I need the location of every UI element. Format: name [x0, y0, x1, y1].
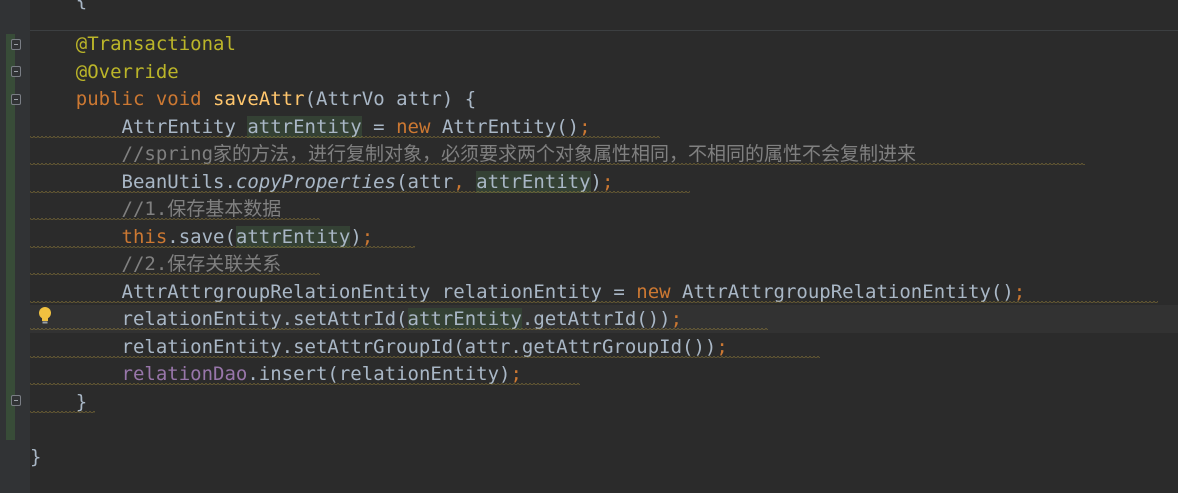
code-token: @Override: [75, 61, 179, 83]
warning-underline: [30, 301, 1158, 305]
code-token: relationEntity.setAttrGroupId(attr.getAt…: [30, 336, 717, 358]
code-token: ;: [510, 363, 522, 385]
code-token: ;: [716, 336, 728, 358]
code-token: =: [361, 116, 397, 138]
code-token: AttrEntity: [30, 116, 248, 138]
code-token: relationDao: [121, 363, 248, 385]
code-token: this: [121, 226, 168, 248]
code-token: void: [155, 88, 214, 110]
fold-icon[interactable]: [11, 66, 21, 77]
code-line[interactable]: public void saveAttr(AttrVo attr) {: [30, 85, 476, 113]
warning-underline: [30, 246, 415, 250]
warning-underline: [30, 163, 1085, 167]
code-token: .getAttrId()): [521, 308, 671, 330]
code-token: .save(: [167, 226, 236, 248]
fold-icon[interactable]: [11, 94, 21, 105]
code-token: public: [75, 88, 156, 110]
code-token: //2.保存关联关系: [121, 253, 282, 275]
code-token: (attr: [396, 171, 454, 193]
code-token: AttrAttrgroupRelationEntity relationEnti…: [30, 281, 637, 303]
code-token: (AttrVo attr) {: [304, 88, 477, 110]
code-token: AttrEntity(): [441, 116, 580, 138]
code-token: ): [590, 171, 602, 193]
code-token: //1.保存基本数据: [121, 198, 282, 220]
warning-underline: [30, 136, 660, 140]
code-token: ): [350, 226, 362, 248]
warning-underline: [30, 273, 320, 277]
warning-underline: [30, 191, 690, 195]
code-token: .insert(relationEntity): [247, 363, 511, 385]
code-token: ;: [602, 171, 614, 193]
code-token: attrEntity: [247, 116, 362, 138]
code-token: ,: [453, 171, 477, 193]
code-token: {: [75, 0, 88, 11]
warning-underline: [30, 218, 320, 222]
code-token: ;: [1013, 281, 1026, 303]
code-token: new: [636, 281, 683, 303]
code-token: AttrAttrgroupRelationEntity(): [682, 281, 1014, 303]
code-token: ;: [579, 116, 591, 138]
code-token: }: [30, 391, 88, 413]
code-token: saveAttr: [213, 88, 305, 110]
warning-underline: [30, 383, 580, 387]
code-token: attrEntity: [407, 308, 522, 330]
warning-underline: [30, 411, 95, 415]
code-line[interactable]: }: [30, 443, 41, 471]
fold-icon[interactable]: [11, 395, 21, 406]
code-line[interactable]: @Transactional: [30, 30, 236, 58]
warning-underline: [30, 328, 768, 332]
code-editor[interactable]: { @Transactional @Override public void s…: [0, 0, 1178, 493]
code-token: @Transactional: [75, 33, 236, 55]
warning-underline: [30, 356, 820, 360]
code-token: }: [30, 446, 42, 468]
code-line-partial[interactable]: {: [30, 0, 87, 14]
code-token: copyProperties: [235, 171, 397, 193]
code-token: attrEntity: [235, 226, 351, 248]
code-token: ;: [670, 308, 683, 330]
code-token: relationEntity.setAttrId(: [30, 308, 408, 330]
code-line[interactable]: @Override: [30, 58, 179, 86]
code-token: BeanUtils.: [30, 171, 236, 193]
fold-icon[interactable]: [11, 39, 21, 50]
code-token: ;: [361, 226, 374, 248]
code-token: //spring家的方法，进行复制对象，必须要求两个对象属性相同，不相同的属性不…: [121, 143, 917, 165]
code-token: new: [396, 116, 442, 138]
code-token: attrEntity: [476, 171, 591, 193]
